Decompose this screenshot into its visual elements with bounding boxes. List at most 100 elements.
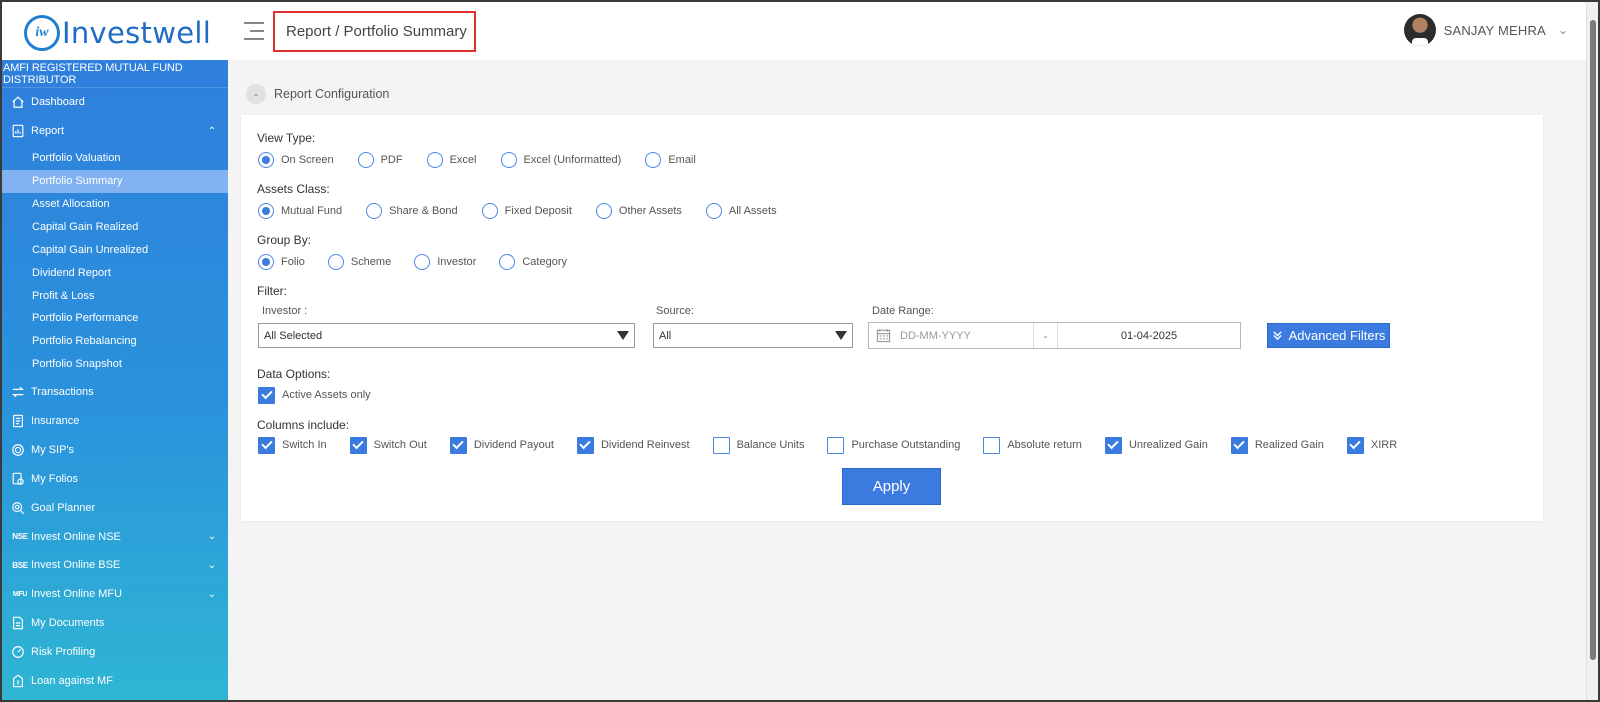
active-assets-only-checkbox[interactable]: Active Assets only (258, 386, 371, 404)
option-label: Unrealized Gain (1128, 439, 1208, 451)
option-label: Scheme (350, 256, 392, 268)
group-by-category[interactable]: Category (499, 254, 567, 270)
view-type-pdf[interactable]: PDF (357, 152, 403, 168)
sidebar-subitem-dividend-report[interactable]: Dividend Report (2, 261, 228, 284)
column-unrealized-gain[interactable]: Unrealized Gain (1104, 436, 1208, 454)
bse-icon: BSE (12, 560, 28, 570)
vertical-scrollbar[interactable] (1586, 2, 1598, 700)
column-switch-out[interactable]: Switch Out (349, 436, 427, 454)
assets-class-all-assets[interactable]: All Assets (705, 203, 777, 219)
mfu-icon: MFU (12, 590, 28, 598)
checkbox-checked-icon (258, 386, 275, 404)
option-label: Dividend Reinvest (600, 439, 690, 451)
sidebar-item-invest-online-nse[interactable]: NSE Invest Online NSE ⌄ (2, 522, 228, 551)
investor-select[interactable]: All Selected (258, 323, 635, 348)
group-by-scheme[interactable]: Scheme (327, 254, 392, 270)
radio-selected-icon (258, 203, 274, 219)
sidebar-subitem-portfolio-rebalancing[interactable]: Portfolio Rebalancing (2, 330, 228, 353)
sidebar-subitem-portfolio-summary[interactable]: Portfolio Summary (2, 169, 228, 193)
group-by-folio[interactable]: Folio (258, 254, 305, 270)
loan-icon (10, 673, 26, 689)
sidebar-item-my-documents[interactable]: My Documents (2, 609, 228, 638)
sidebar-subitem-capital-gain-realized[interactable]: Capital Gain Realized (2, 215, 228, 238)
top-header: iw Investwell Report / Portfolio Summary… (2, 2, 1598, 60)
sidebar-subitem-portfolio-performance[interactable]: Portfolio Performance (2, 307, 228, 330)
sidebar-subitem-capital-gain-unrealized[interactable]: Capital Gain Unrealized (2, 238, 228, 261)
scrollbar-thumb[interactable] (1590, 20, 1596, 660)
chevron-down-icon: ⌄ (207, 531, 216, 543)
source-select[interactable]: All (653, 323, 853, 348)
view-type-excel-unformatted[interactable]: Excel (Unformatted) (500, 152, 621, 168)
app-window: iw Investwell Report / Portfolio Summary… (0, 0, 1600, 702)
apply-button[interactable]: Apply (842, 468, 941, 505)
investor-select-value: All Selected (264, 329, 323, 342)
sidebar-subitem-portfolio-valuation[interactable]: Portfolio Valuation (2, 147, 228, 170)
sidebar-item-transactions[interactable]: Transactions (2, 378, 228, 407)
column-dividend-payout[interactable]: Dividend Payout (449, 436, 554, 454)
column-dividend-reinvest[interactable]: Dividend Reinvest (576, 436, 690, 454)
checkbox-checked-icon (576, 436, 594, 454)
sidebar-item-risk-profiling[interactable]: Risk Profiling (2, 638, 228, 667)
date-from-input[interactable]: DD-MM-YYYY (897, 323, 1034, 348)
sidebar-item-my-folios[interactable]: My Folios (2, 464, 228, 493)
document-icon (10, 615, 26, 631)
checkbox-checked-icon (349, 436, 367, 454)
column-switch-in[interactable]: Switch In (258, 436, 327, 454)
sidebar-item-insurance[interactable]: Insurance (2, 407, 228, 436)
brand-logo[interactable]: iw Investwell (24, 14, 214, 52)
chevron-down-icon: ⌄ (207, 559, 216, 571)
report-configuration-toggle[interactable]: - Report Configuration (246, 84, 389, 104)
source-select-value: All (659, 329, 672, 342)
sidebar-item-report[interactable]: Report ⌃ (2, 117, 228, 146)
option-label: Mutual Fund (281, 205, 343, 217)
assets-class-fixed-deposit[interactable]: Fixed Deposit (481, 203, 572, 219)
option-label: Balance Units (736, 439, 805, 451)
sidebar: AMFI REGISTERED MUTUAL FUND DISTRIBUTOR … (2, 60, 228, 700)
sidebar-subitem-portfolio-snapshot[interactable]: Portfolio Snapshot (2, 353, 228, 376)
dropdown-arrow-icon (835, 331, 847, 340)
double-chevron-down-icon (1272, 330, 1283, 341)
checkbox-icon (983, 436, 1001, 454)
date-range-field: DD-MM-YYYY - 01-04-2025 (868, 322, 1241, 349)
assets-class-share-bond[interactable]: Share & Bond (366, 203, 458, 219)
data-options-row: Active Assets only (258, 386, 394, 404)
radio-icon (327, 254, 344, 270)
avatar (1403, 14, 1436, 46)
date-range-label: Date Range: (872, 305, 934, 317)
calendar-icon[interactable] (869, 323, 897, 348)
radio-icon (645, 152, 662, 168)
user-name: SANJAY MEHRA (1443, 22, 1546, 38)
date-separator: - (1034, 323, 1058, 348)
assets-class-other-assets[interactable]: Other Assets (595, 203, 682, 219)
date-to-input[interactable]: 01-04-2025 (1058, 323, 1240, 348)
column-realized-gain[interactable]: Realized Gain (1230, 436, 1324, 454)
group-by-investor[interactable]: Investor (414, 254, 476, 270)
menu-toggle-icon[interactable] (244, 22, 264, 40)
sidebar-item-label: Goal Planner (31, 501, 96, 514)
investor-label: Investor : (262, 305, 308, 317)
column-xirr[interactable]: XIRR (1346, 436, 1397, 454)
assets-class-options: Mutual Fund Share & Bond Fixed Deposit O… (258, 202, 800, 220)
sidebar-item-loan-against-mf[interactable]: Loan against MF (2, 667, 228, 696)
report-icon (10, 123, 26, 139)
radio-icon (481, 203, 498, 219)
sidebar-item-invest-online-mfu[interactable]: MFU Invest Online MFU ⌄ (2, 580, 228, 609)
user-menu[interactable]: SANJAY MEHRA ⌄ (1403, 14, 1568, 46)
column-purchase-outstanding[interactable]: Purchase Outstanding (827, 436, 960, 454)
sidebar-item-my-sips[interactable]: My SIP's (2, 435, 228, 464)
column-balance-units[interactable]: Balance Units (712, 436, 805, 454)
sidebar-subitem-asset-allocation[interactable]: Asset Allocation (2, 193, 228, 216)
view-type-on-screen[interactable]: On Screen (258, 152, 334, 168)
checkbox-checked-icon (449, 436, 467, 454)
option-label: All Assets (728, 205, 777, 217)
view-type-excel[interactable]: Excel (426, 152, 477, 168)
view-type-email[interactable]: Email (645, 152, 696, 168)
sidebar-item-goal-planner[interactable]: Goal Planner (2, 493, 228, 522)
sidebar-subitem-profit-loss[interactable]: Profit & Loss (2, 284, 228, 307)
sidebar-item-invest-online-bse[interactable]: BSE Invest Online BSE ⌄ (2, 551, 228, 580)
sidebar-item-dashboard[interactable]: Dashboard (2, 88, 228, 117)
advanced-filters-button[interactable]: Advanced Filters (1267, 323, 1390, 348)
column-absolute-return[interactable]: Absolute return (983, 436, 1082, 454)
sidebar-item-label: Invest Online MFU (31, 588, 123, 601)
assets-class-mutual-fund[interactable]: Mutual Fund (258, 203, 342, 219)
